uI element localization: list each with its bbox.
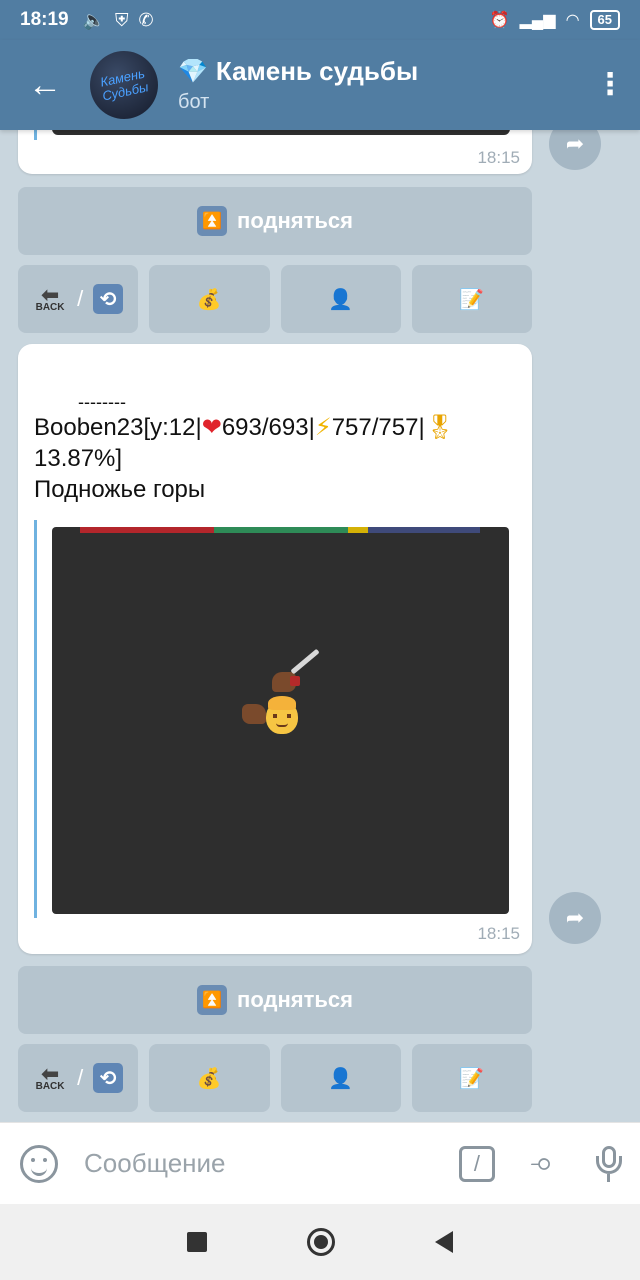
up-button-label: подняться [237, 208, 353, 233]
money-bag-button[interactable]: 💰 [149, 265, 270, 333]
xp-bar [348, 527, 368, 533]
status-bar: 18:19 🔈 ⛨ ✆ ⏰ ▂▄▆ ◠ 65 [0, 0, 640, 40]
quote-bar [34, 130, 37, 140]
mana-bar [368, 527, 480, 533]
message-text: -------- Booben23[у:12|❤693/693|⚡757/757… [34, 392, 524, 505]
bot-keyboard-row: ⬅ BACK / ⟲ 💰 👤 📝 [18, 1044, 532, 1112]
chat-title-block[interactable]: 💎 Камень судьбы бот [178, 56, 580, 114]
location-text: Подножье горы [34, 476, 206, 503]
hand-icon [242, 704, 266, 724]
refresh-icon: ⟲ [93, 1063, 124, 1093]
mic-cup [596, 1155, 622, 1174]
gem-icon: 💎 [178, 58, 208, 85]
slash-separator: / [77, 1065, 84, 1090]
slash-separator: / [77, 286, 84, 311]
back-refresh-button[interactable]: ⬅ BACK / ⟲ [18, 1044, 139, 1112]
energy-bar [214, 527, 348, 533]
chat-header: ← Камень Судьбы 💎 Камень судьбы бот ⋮ [0, 40, 640, 130]
more-menu-icon[interactable]: ⋮ [580, 70, 640, 100]
profile-button[interactable]: 👤 [280, 1044, 401, 1112]
medal-icon: 🎖 [424, 414, 456, 441]
mouth [276, 723, 288, 727]
player-energy: 757/757 [331, 414, 419, 441]
back-icon-label: BACK [35, 301, 65, 313]
recent-apps-icon[interactable] [187, 1232, 207, 1252]
player-character [238, 648, 338, 750]
bot-command-icon[interactable]: / [458, 1145, 495, 1182]
profile-button[interactable]: 👤 [280, 265, 401, 333]
sword-hilt [290, 676, 300, 686]
game-image[interactable] [52, 527, 509, 914]
game-image[interactable] [52, 130, 510, 135]
up-button[interactable]: ⏫ подняться [18, 187, 532, 255]
stat-strip [80, 527, 480, 533]
paperclip-icon[interactable]: ⌕ [524, 1143, 565, 1184]
shield-icon: ⛨ [115, 9, 129, 30]
forward-icon[interactable]: ➦ [549, 130, 601, 170]
status-time: 18:19 [20, 9, 69, 30]
double-up-icon: ⏫ [197, 985, 228, 1015]
money-bag-icon: 💰 [196, 288, 222, 311]
chat-subtitle: бот [178, 91, 210, 113]
bot-keyboard-row: ⏫ подняться [18, 966, 532, 1034]
hp-bar [80, 527, 214, 533]
money-bag-icon: 💰 [196, 1067, 222, 1090]
wifi-icon: ◠ [565, 12, 580, 29]
sword-icon [290, 648, 320, 675]
refresh-icon: ⟲ [93, 284, 124, 314]
home-icon[interactable] [307, 1228, 335, 1256]
volume-icon: 🔈 [82, 9, 106, 30]
message-time: 18:15 [477, 924, 520, 943]
back-icon: ⬅ BACK [35, 281, 65, 313]
up-button-label: подняться [237, 987, 353, 1012]
back-icon-label: BACK [35, 1080, 65, 1092]
quote-bar [34, 520, 37, 918]
message-bubble[interactable]: 18:15 [18, 130, 532, 174]
person-silhouette-icon: 👤 [328, 1067, 354, 1090]
memo-icon: 📝 [459, 288, 485, 311]
mic-stem [607, 1173, 610, 1182]
player-hp: 693/693 [221, 414, 309, 441]
bot-keyboard-row: ⏫ подняться [18, 187, 532, 255]
memo-button[interactable]: 📝 [411, 1044, 532, 1112]
player-stats-line: Booben23[у:12|❤693/693|⚡757/757|🎖 13.87%… [34, 412, 524, 474]
player-face-icon [266, 696, 298, 734]
eyes [273, 714, 291, 718]
up-button[interactable]: ⏫ подняться [18, 966, 532, 1034]
back-refresh-button[interactable]: ⬅ BACK / ⟲ [18, 265, 139, 333]
emoji-smile-icon[interactable] [20, 1144, 58, 1183]
player-name: Booben23 [34, 414, 144, 441]
navigation-bar [0, 1204, 640, 1280]
memo-button[interactable]: 📝 [411, 265, 532, 333]
signal-icon: ▂▄▆ [519, 12, 556, 29]
back-triangle-icon[interactable] [435, 1231, 453, 1253]
whatsapp-icon: ✆ [138, 9, 154, 30]
back-icon: ⬅ BACK [35, 1060, 65, 1092]
bot-keyboard-row: ⬅ BACK / ⟲ 💰 👤 📝 [18, 265, 532, 333]
microphone-icon[interactable] [596, 1145, 622, 1182]
forward-icon[interactable]: ➦ [549, 892, 601, 944]
alarm-icon: ⏰ [489, 12, 510, 29]
chat-title-text: Камень судьбы [215, 56, 419, 86]
avatar-text: Камень Судьбы [98, 65, 150, 104]
person-silhouette-icon: 👤 [328, 288, 354, 311]
message-dashes: -------- [78, 392, 126, 412]
memo-icon: 📝 [459, 1067, 485, 1090]
money-bag-button[interactable]: 💰 [149, 1044, 270, 1112]
battery-icon: 65 [589, 10, 620, 30]
player-level: [у:12| [143, 414, 202, 441]
avatar[interactable]: Камень Судьбы [90, 51, 158, 119]
chat-title: 💎 Камень судьбы [178, 56, 580, 87]
player-xp: 13.87%] [34, 445, 123, 472]
lightning-icon: ⚡ [314, 414, 332, 441]
message-input[interactable] [84, 1148, 447, 1179]
message-bubble[interactable]: -------- Booben23[у:12|❤693/693|⚡757/757… [18, 344, 532, 954]
heart-icon: ❤ [201, 414, 222, 441]
message-input-bar: / ⌕ [0, 1122, 640, 1204]
back-arrow-icon[interactable]: ← [0, 40, 90, 130]
double-up-icon: ⏫ [197, 206, 228, 236]
message-time: 18:15 [477, 148, 520, 167]
chat-area[interactable]: 18:15 ➦ ⏫ подняться ⬅ BACK / ⟲ 💰 👤 📝 ----… [0, 130, 640, 1122]
